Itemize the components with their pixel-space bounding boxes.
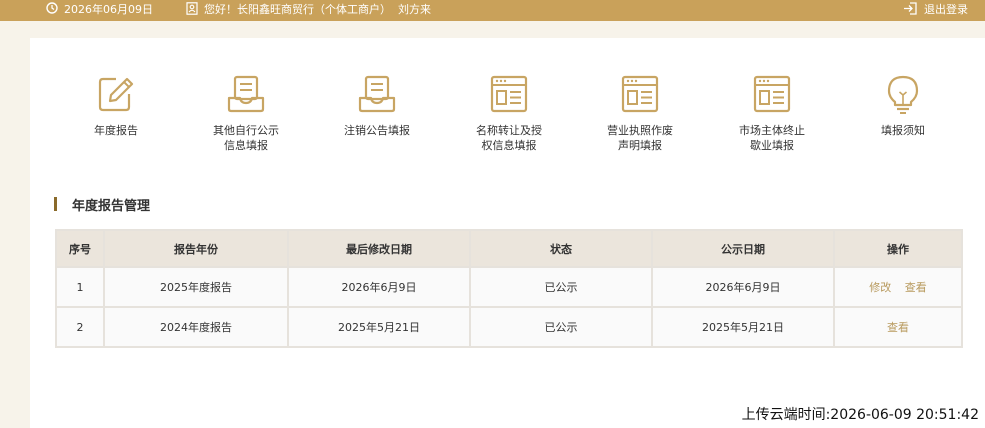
section-title-marker: [54, 197, 57, 211]
menu-entity-termination[interactable]: 市场主体终止 歇业填报: [712, 74, 832, 153]
cell-index: 2: [57, 308, 103, 346]
menu-filing-notes[interactable]: 填报须知: [843, 74, 963, 138]
view-link[interactable]: 查看: [905, 281, 927, 294]
menu-license-void[interactable]: 营业执照作废 声明填报: [580, 74, 700, 153]
user-greeting: 您好！长阳鑫旺商贸行（个体工商户） 刘方来: [186, 0, 431, 21]
user-badge-icon: [186, 1, 198, 15]
menu-label: 注销公告填报: [344, 124, 410, 137]
col-header-actions: 操作: [835, 231, 961, 266]
browser-form-icon: [753, 75, 791, 113]
menu-label: 名称转让及授 权信息填报: [476, 124, 542, 152]
top-bar: 2026年06月09日 您好！长阳鑫旺商贸行（个体工商户） 刘方来 退出登录: [0, 0, 985, 21]
menu-name-transfer[interactable]: 名称转让及授 权信息填报: [449, 74, 569, 153]
lightbulb-icon: [887, 75, 919, 114]
col-header-published: 公示日期: [653, 231, 833, 266]
menu-label: 年度报告: [94, 124, 138, 137]
col-header-status: 状态: [471, 231, 651, 266]
table-row: 2 2024年度报告 2025年5月21日 已公示 2025年5月21日 查看: [57, 308, 961, 346]
edit-link[interactable]: 修改: [869, 281, 891, 294]
menu-label: 填报须知: [881, 124, 925, 137]
view-link[interactable]: 查看: [887, 321, 909, 334]
annual-report-table: 序号 报告年份 最后修改日期 状态 公示日期 操作 1 2025年度报告 202…: [55, 229, 963, 348]
menu-label: 营业执照作废 声明填报: [607, 124, 673, 152]
document-tray-icon: [358, 75, 396, 113]
col-header-modified: 最后修改日期: [289, 231, 469, 266]
current-date: 2026年06月09日: [64, 3, 153, 16]
date-display: 2026年06月09日: [46, 0, 153, 21]
cell-status: 已公示: [471, 308, 651, 346]
cell-actions: 查看: [835, 308, 961, 346]
cell-actions: 修改 查看: [835, 268, 961, 306]
greeting-text: 您好！长阳鑫旺商贸行（个体工商户） 刘方来: [204, 3, 431, 16]
edit-icon: [98, 77, 134, 112]
cell-year: 2025年度报告: [105, 268, 287, 306]
menu-label: 其他自行公示 信息填报: [213, 124, 279, 152]
section-title: 年度报告管理: [54, 196, 151, 214]
section-title-text: 年度报告管理: [72, 198, 151, 214]
cell-modified: 2026年6月9日: [289, 268, 469, 306]
menu-other-public-info[interactable]: 其他自行公示 信息填报: [186, 74, 306, 153]
cell-published: 2026年6月9日: [653, 268, 833, 306]
menu-annual-report[interactable]: 年度报告: [56, 74, 176, 138]
cell-modified: 2025年5月21日: [289, 308, 469, 346]
logout-label: 退出登录: [924, 3, 968, 16]
col-header-index: 序号: [57, 231, 103, 266]
browser-form-icon: [490, 75, 528, 113]
main-panel: 年度报告 其他自行公示 信息填报 注销公告填报 名称转让及授 权信息填报 营业执…: [30, 38, 985, 428]
cell-published: 2025年5月21日: [653, 308, 833, 346]
logout-button[interactable]: 退出登录: [903, 0, 968, 21]
table-header-row: 序号 报告年份 最后修改日期 状态 公示日期 操作: [57, 231, 961, 266]
cell-year: 2024年度报告: [105, 308, 287, 346]
cell-status: 已公示: [471, 268, 651, 306]
col-header-year: 报告年份: [105, 231, 287, 266]
logout-icon: [903, 1, 918, 15]
document-tray-icon: [227, 75, 265, 113]
upload-time: 上传云端时间:2026-06-09 20:51:42: [741, 407, 979, 423]
clock-icon: [46, 1, 58, 14]
cell-index: 1: [57, 268, 103, 306]
menu-cancellation-notice[interactable]: 注销公告填报: [317, 74, 437, 138]
menu-label: 市场主体终止 歇业填报: [739, 124, 805, 152]
browser-form-icon: [621, 75, 659, 113]
table-row: 1 2025年度报告 2026年6月9日 已公示 2026年6月9日 修改 查看: [57, 268, 961, 306]
